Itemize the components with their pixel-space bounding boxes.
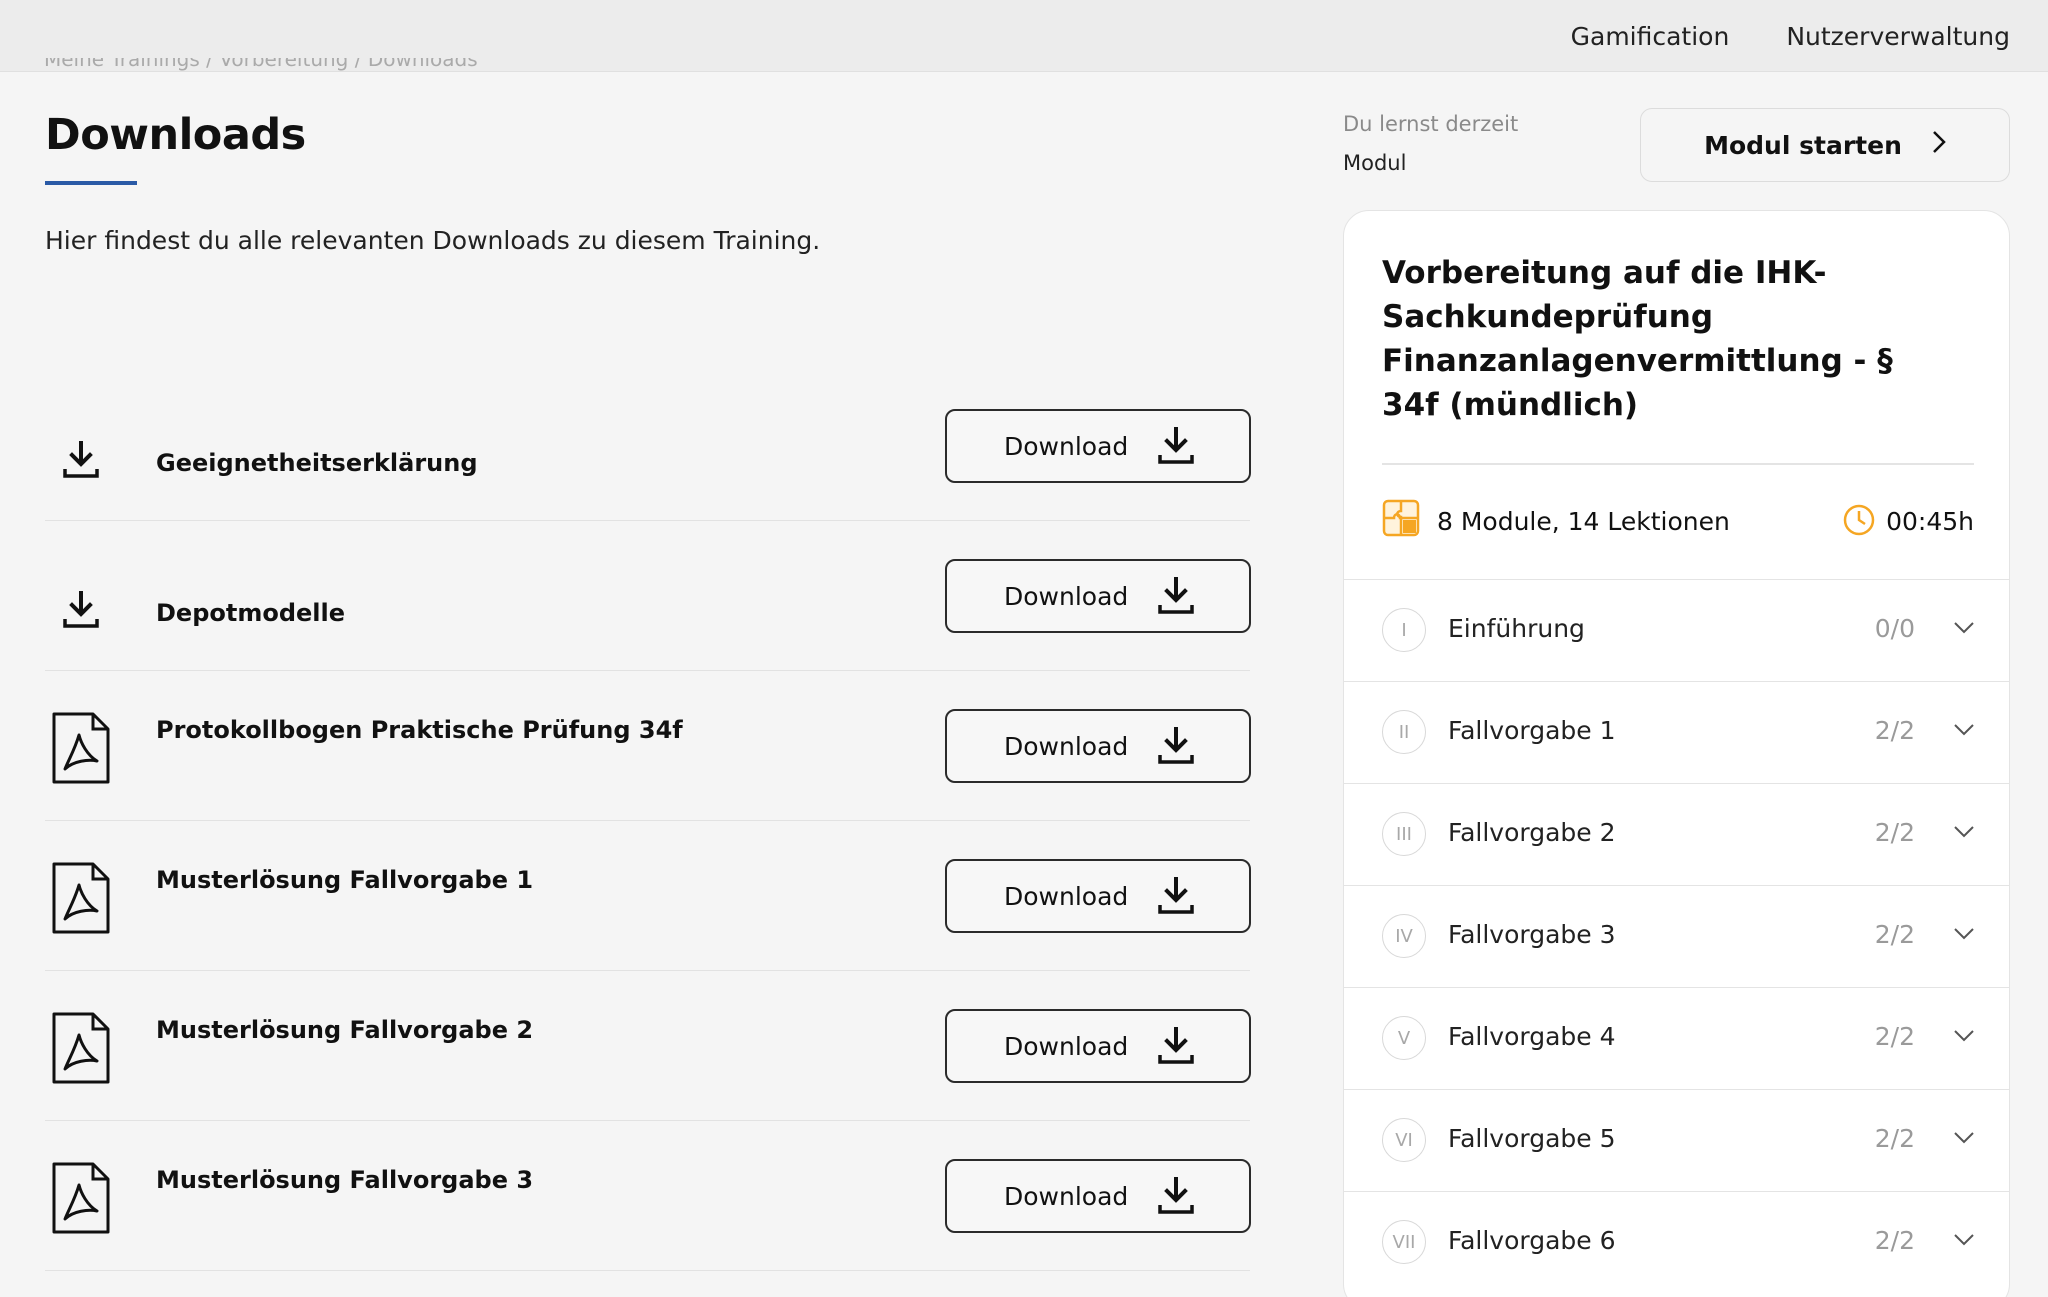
chevron-down-icon[interactable]	[1953, 1232, 1975, 1251]
download-name: Depotmodelle	[156, 599, 346, 627]
download-button-label: Download	[1004, 431, 1129, 461]
download-button[interactable]: Download	[945, 409, 1251, 483]
chevron-down-icon[interactable]	[1953, 1130, 1975, 1149]
download-row: Depotmodelle Download	[45, 521, 1251, 671]
download-button-label: Download	[1004, 1181, 1129, 1211]
download-button[interactable]: Download	[945, 709, 1251, 783]
module-name: Fallvorgabe 4	[1448, 1022, 1616, 1051]
module-name: Fallvorgabe 1	[1448, 716, 1616, 745]
download-icon	[1157, 1177, 1195, 1219]
breadcrumb: Meine Trainings / Vorbereitung / Downloa…	[44, 58, 544, 74]
chevron-down-icon[interactable]	[1953, 722, 1975, 741]
download-row: Protokollbogen Praktische Prüfung 34f Do…	[45, 671, 1251, 821]
start-module-label: Modul starten	[1704, 130, 1902, 160]
module-number: VI	[1382, 1118, 1426, 1162]
download-button-label: Download	[1004, 881, 1129, 911]
module-number: IV	[1382, 914, 1426, 958]
download-icon	[1157, 727, 1195, 769]
clock-icon	[1842, 503, 1876, 543]
download-button[interactable]: Download	[945, 559, 1251, 633]
course-meta: 8 Module, 14 Lektionen 00:45h	[1382, 499, 1974, 543]
module-number: III	[1382, 812, 1426, 856]
chevron-right-icon	[1932, 130, 1946, 160]
module-name: Fallvorgabe 2	[1448, 818, 1616, 847]
title-underline	[45, 181, 137, 185]
download-button-label: Download	[1004, 731, 1129, 761]
module-progress: 2/2	[1874, 716, 1915, 745]
module-row[interactable]: IV Fallvorgabe 3 2/2	[1344, 885, 2009, 987]
download-button[interactable]: Download	[945, 1009, 1251, 1083]
current-learning-value: Modul	[1343, 151, 1407, 175]
module-row[interactable]: VI Fallvorgabe 5 2/2	[1344, 1089, 2009, 1191]
module-number: I	[1382, 608, 1426, 652]
module-number: II	[1382, 710, 1426, 754]
pdf-icon	[45, 1161, 117, 1235]
module-progress: 2/2	[1874, 818, 1915, 847]
pdf-icon	[45, 861, 117, 935]
module-progress: 0/0	[1874, 614, 1915, 643]
download-row: Musterlösung Fallvorgabe 1 Download	[45, 821, 1251, 971]
module-progress: 2/2	[1874, 1124, 1915, 1153]
module-row[interactable]: VII Fallvorgabe 6 2/2	[1344, 1191, 2009, 1293]
chevron-down-icon[interactable]	[1953, 926, 1975, 945]
download-button-label: Download	[1004, 1031, 1129, 1061]
module-progress: 2/2	[1874, 1226, 1915, 1255]
download-row: Musterlösung Fallvorgabe 2 Download	[45, 971, 1251, 1121]
module-row[interactable]: V Fallvorgabe 4 2/2	[1344, 987, 2009, 1089]
nav-nutzerverwaltung[interactable]: Nutzerverwaltung	[1786, 22, 2010, 51]
module-row[interactable]: I Einführung 0/0	[1344, 579, 2009, 681]
download-name: Geeignetheitserklärung	[156, 449, 478, 477]
module-number: V	[1382, 1016, 1426, 1060]
module-row[interactable]: III Fallvorgabe 2 2/2	[1344, 783, 2009, 885]
download-name: Musterlösung Fallvorgabe 1	[156, 866, 534, 894]
module-name: Fallvorgabe 6	[1448, 1226, 1616, 1255]
card-divider	[1382, 463, 1974, 465]
download-name: Protokollbogen Praktische Prüfung 34f	[156, 716, 683, 744]
chevron-down-icon[interactable]	[1953, 620, 1975, 639]
top-navigation: Gamification Nutzerverwaltung	[1571, 0, 2010, 72]
module-name: Fallvorgabe 5	[1448, 1124, 1616, 1153]
download-row: Musterlösung Fallvorgabe 3 Download	[45, 1121, 1251, 1271]
nav-gamification[interactable]: Gamification	[1571, 22, 1730, 51]
page-intro: Hier findest du alle relevanten Download…	[45, 226, 821, 255]
breadcrumb-text: Meine Trainings / Vorbereitung / Downloa…	[44, 58, 478, 71]
current-learning-label: Du lernst derzeit	[1343, 112, 1519, 136]
download-icon	[1157, 427, 1195, 469]
download-button-label: Download	[1004, 581, 1129, 611]
download-button[interactable]: Download	[945, 1159, 1251, 1233]
pdf-icon	[45, 711, 117, 785]
course-title: Vorbereitung auf die IHK-Sachkundeprüfun…	[1382, 255, 1893, 423]
module-progress: 2/2	[1874, 1022, 1915, 1051]
pdf-icon	[45, 1011, 117, 1085]
download-icon	[45, 591, 117, 629]
module-row[interactable]: II Fallvorgabe 1 2/2	[1344, 681, 2009, 783]
download-row: Geeignetheitserklärung Download	[45, 371, 1251, 521]
page-title: Downloads	[45, 110, 306, 160]
module-number: VII	[1382, 1220, 1426, 1264]
course-summary: 8 Module, 14 Lektionen	[1437, 506, 1730, 536]
download-icon	[1157, 1027, 1195, 1069]
download-button[interactable]: Download	[945, 859, 1251, 933]
course-duration: 00:45h	[1886, 506, 1974, 536]
download-icon	[1157, 877, 1195, 919]
module-name: Fallvorgabe 3	[1448, 920, 1616, 949]
chevron-down-icon[interactable]	[1953, 824, 1975, 843]
course-card: Vorbereitung auf die IHK-Sachkundeprüfun…	[1343, 210, 2010, 1297]
puzzle-icon	[1382, 499, 1420, 543]
module-progress: 2/2	[1874, 920, 1915, 949]
download-icon	[45, 441, 117, 479]
download-icon	[1157, 577, 1195, 619]
download-name: Musterlösung Fallvorgabe 3	[156, 1166, 534, 1194]
module-name: Einführung	[1448, 614, 1585, 643]
chevron-down-icon[interactable]	[1953, 1028, 1975, 1047]
start-module-button[interactable]: Modul starten	[1640, 108, 2010, 182]
download-name: Musterlösung Fallvorgabe 2	[156, 1016, 534, 1044]
